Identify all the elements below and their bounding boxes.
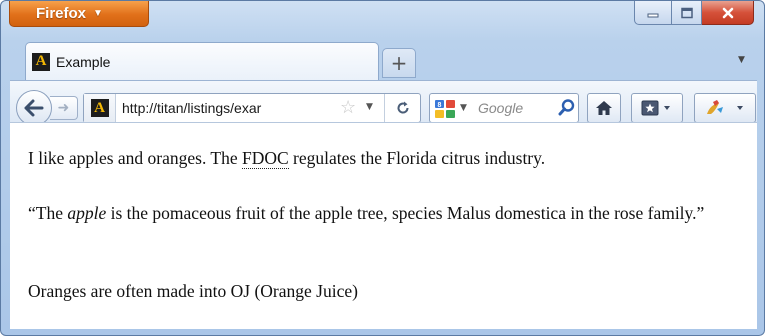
close-icon — [722, 7, 733, 18]
paragraph-oj: Oranges are often made into OJ (Orange J… — [28, 281, 358, 301]
search-bar[interactable]: 8 ▼ Google — [429, 93, 579, 123]
star-icon[interactable]: ☆ — [340, 97, 356, 118]
home-icon — [596, 101, 612, 115]
apple-emphasis: apple — [67, 203, 107, 223]
svg-text:8: 8 — [438, 102, 442, 109]
new-tab-icon: + — [390, 51, 408, 75]
site-identity-button[interactable]: A — [84, 94, 116, 122]
firefox-menu-label: Firefox — [36, 5, 87, 22]
browser-window: Firefox ▼ A Example + ▼ ➜ A http://titan… — [0, 0, 765, 336]
tab-title: Example — [56, 53, 111, 70]
reload-icon — [397, 101, 409, 114]
favicon-icon: A — [90, 99, 109, 117]
minimize-icon — [647, 13, 659, 17]
maximize-icon — [680, 7, 693, 18]
close-button[interactable] — [702, 1, 754, 25]
favicon-icon: A — [32, 52, 50, 71]
url-input[interactable]: http://titan/listings/exar — [122, 100, 332, 116]
minimize-button[interactable] — [634, 1, 672, 25]
forward-arrow-icon: ➜ — [57, 100, 70, 116]
back-button[interactable] — [16, 90, 52, 126]
home-button[interactable] — [587, 93, 621, 123]
paragraph-text: regulates the Florida citrus industry. — [288, 148, 546, 168]
search-engine-dropdown-icon[interactable]: ▼ — [460, 103, 467, 113]
forward-button[interactable]: ➜ — [50, 96, 78, 120]
page-content: I like apples and oranges. The FDOC regu… — [10, 122, 757, 329]
magnifier-icon[interactable] — [558, 98, 576, 118]
addon-button[interactable] — [694, 93, 756, 123]
bookmarks-button[interactable] — [631, 93, 683, 123]
url-bar[interactable]: A http://titan/listings/exar ☆ ▼ — [83, 93, 421, 123]
fdoc-abbreviation[interactable]: FDOC — [241, 148, 289, 169]
addon-icon — [707, 100, 743, 114]
new-tab-button[interactable]: + — [382, 48, 416, 78]
bookmarks-icon — [641, 100, 670, 116]
quote-open-text: “The — [28, 203, 68, 223]
maximize-button[interactable] — [672, 1, 702, 25]
tab-example[interactable]: A Example — [25, 42, 379, 80]
reload-button[interactable] — [384, 94, 420, 122]
quote-text: is the pomaceous fruit of the apple tree… — [106, 203, 705, 223]
search-input[interactable]: Google — [478, 100, 523, 116]
paragraph-text: I like apples and oranges. The — [28, 148, 242, 168]
paragraph-fdoc: I like apples and oranges. The FDOC regu… — [28, 145, 748, 172]
window-controls — [634, 1, 754, 25]
url-history-dropdown-icon[interactable]: ▼ — [366, 102, 373, 112]
back-arrow-icon — [24, 99, 44, 117]
firefox-menu-caret-icon: ▼ — [93, 8, 103, 19]
tab-list-icon[interactable]: ▼ — [738, 55, 745, 65]
firefox-menu-button[interactable]: Firefox ▼ — [9, 1, 149, 27]
apple-quote: “The apple is the pomaceous fruit of the… — [28, 200, 748, 227]
search-engine-icon[interactable]: 8 — [434, 99, 456, 119]
